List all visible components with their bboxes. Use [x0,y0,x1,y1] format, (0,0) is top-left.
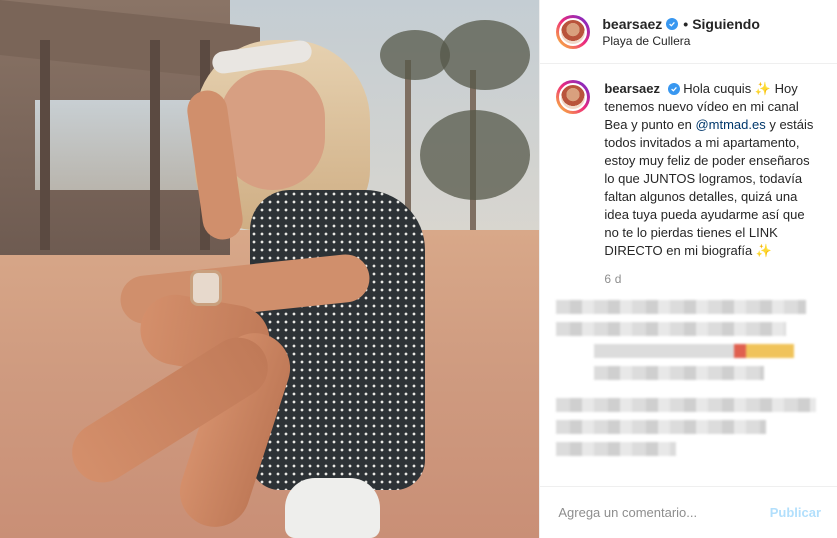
post-side-panel: bearsaez • Siguiendo Playa de Cullera be… [539,0,837,538]
mention-link[interactable]: @mtmad.es [695,117,765,132]
publish-button[interactable]: Publicar [770,505,821,520]
header-row: bearsaez • Siguiendo [602,16,760,32]
comments-section: bearsaez Hola cuquis ✨ Hoy tenemos nuevo… [540,64,837,486]
caption-text-continued: y estáis todos invitados a mi apartament… [604,117,814,258]
palm-leaves [440,20,530,90]
avatar-image [559,17,588,46]
person-shoe [285,478,380,538]
post-header: bearsaez • Siguiendo Playa de Cullera [540,0,837,64]
photo-pillar [40,40,50,250]
header-text: bearsaez • Siguiendo Playa de Cullera [602,16,760,48]
palm-leaves [420,110,530,200]
verified-badge-icon [667,83,680,95]
blurred-comment-line [556,398,817,412]
location-link[interactable]: Playa de Cullera [602,34,760,48]
caption: bearsaez Hola cuquis ✨ Hoy tenemos nuevo… [556,80,821,288]
caption-body: bearsaez Hola cuquis ✨ Hoy tenemos nuevo… [604,80,821,288]
caption-username[interactable]: bearsaez [604,81,660,96]
avatar-image [559,83,588,111]
instagram-post: bearsaez • Siguiendo Playa de Cullera be… [0,0,837,538]
post-photo[interactable] [0,0,540,538]
blurred-comment-line [556,322,787,336]
blurred-comment-line [594,366,765,380]
blurred-comment-line [556,420,767,434]
avatar[interactable] [556,14,591,49]
person-watch [190,270,222,306]
following-button[interactable]: Siguiendo [692,16,760,32]
separator-dot: • [683,15,689,32]
username-link[interactable]: bearsaez [602,16,662,32]
photo-window [35,100,200,190]
post-time[interactable]: 6 d [604,270,821,288]
comment-input[interactable] [556,504,770,521]
blurred-comment [556,398,821,456]
blurred-comment-line [556,300,807,314]
comment-composer: Publicar [540,486,837,538]
photo-pillar [150,40,160,250]
blurred-comment [556,300,821,380]
verified-badge-icon [666,17,679,30]
caption-avatar[interactable] [556,80,591,114]
blurred-comment-line [556,442,677,456]
blurred-comment-line [594,344,795,358]
